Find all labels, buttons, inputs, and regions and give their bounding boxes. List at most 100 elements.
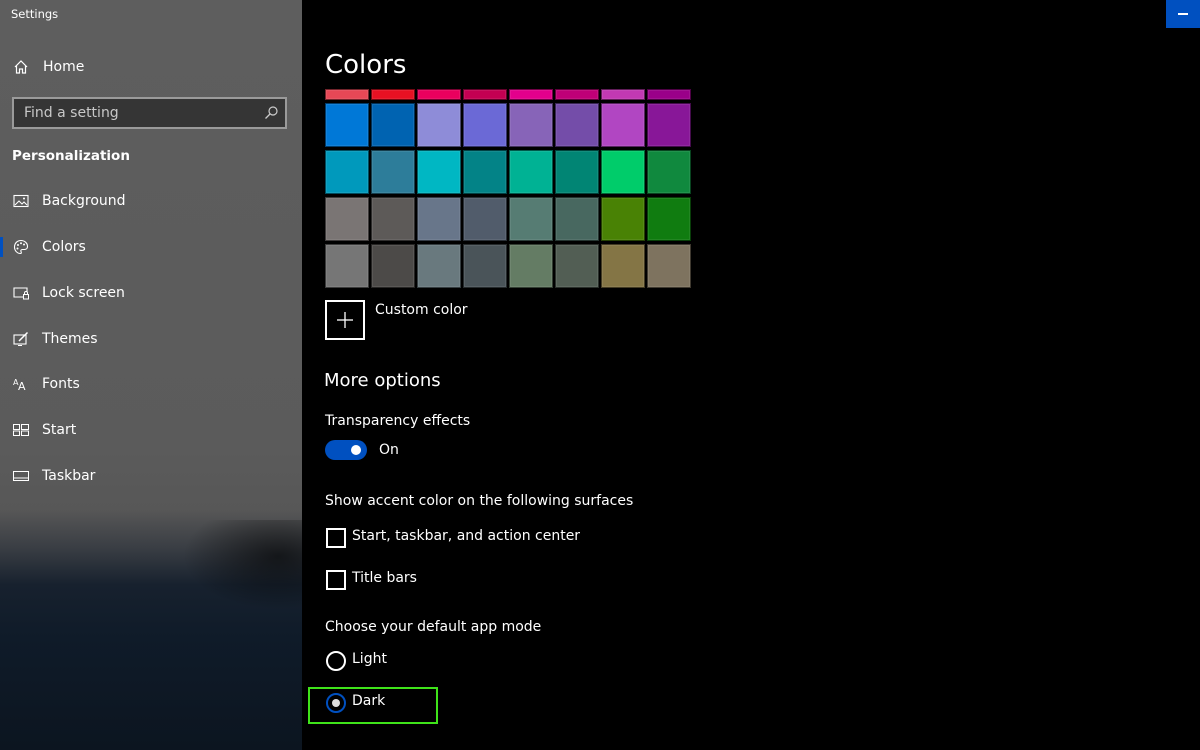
palette-icon [12,238,30,256]
swatch-row [325,89,691,100]
color-swatch[interactable] [463,150,507,194]
swatch-row [325,197,691,241]
color-swatch[interactable] [463,197,507,241]
start-icon [12,421,30,439]
accent-color-grid [325,89,691,291]
sidebar-item-lock-screen[interactable]: Lock screen [0,273,302,313]
sidebar: Settings Home Personalization Background… [0,0,302,750]
section-title: Personalization [12,148,130,164]
sidebar-item-label: Taskbar [42,468,96,484]
color-swatch[interactable] [371,89,415,100]
transparency-label: Transparency effects [325,413,471,429]
transparency-toggle[interactable] [325,440,367,460]
color-swatch[interactable] [371,244,415,288]
accent-surfaces-label: Show accent color on the following surfa… [325,493,634,509]
color-swatch[interactable] [325,103,369,147]
color-swatch[interactable] [463,244,507,288]
color-swatch[interactable] [647,89,691,100]
plus-icon [325,300,365,340]
radio-dot [332,699,340,707]
color-swatch[interactable] [647,150,691,194]
color-swatch[interactable] [555,150,599,194]
color-swatch[interactable] [371,197,415,241]
window-title: Settings [11,7,59,21]
color-swatch[interactable] [555,197,599,241]
color-swatch[interactable] [371,150,415,194]
swatch-row [325,244,691,288]
sidebar-item-label: Lock screen [42,285,125,301]
color-swatch[interactable] [601,103,645,147]
search-box[interactable] [12,97,287,129]
sidebar-item-label: Background [42,193,126,209]
radio-light-label[interactable]: Light [352,651,387,667]
color-swatch[interactable] [417,244,461,288]
color-swatch[interactable] [647,103,691,147]
toggle-knob [351,445,361,455]
color-swatch[interactable] [601,197,645,241]
sidebar-item-taskbar[interactable]: Taskbar [0,456,302,496]
sidebar-item-start[interactable]: Start [0,410,302,450]
page-title: Colors [325,50,407,80]
color-swatch[interactable] [601,150,645,194]
color-swatch[interactable] [509,244,553,288]
sidebar-item-label: Themes [42,331,98,347]
sidebar-item-background[interactable]: Background [0,181,302,221]
color-swatch[interactable] [601,244,645,288]
sidebar-item-home[interactable]: Home [0,47,302,87]
minimize-icon [1178,13,1188,15]
svg-text:A: A [18,380,26,391]
sidebar-item-colors[interactable]: Colors [0,227,302,267]
home-icon [12,58,30,76]
color-swatch[interactable] [325,89,369,100]
sidebar-item-themes[interactable]: Themes [0,319,302,359]
fonts-icon: AA [12,375,30,393]
color-swatch[interactable] [463,103,507,147]
checkbox-start-taskbar-label[interactable]: Start, taskbar, and action center [352,528,580,544]
color-swatch[interactable] [325,150,369,194]
search-input[interactable] [14,99,264,127]
color-swatch[interactable] [325,244,369,288]
sidebar-item-label: Fonts [42,376,80,392]
custom-color-label: Custom color [375,302,468,318]
sidebar-item-label: Start [42,422,77,438]
color-swatch[interactable] [647,244,691,288]
color-swatch[interactable] [555,244,599,288]
color-swatch[interactable] [509,89,553,100]
image-icon [12,192,30,210]
color-swatch[interactable] [555,89,599,100]
sidebar-item-fonts[interactable]: AA Fonts [0,364,302,404]
color-swatch[interactable] [463,89,507,100]
color-swatch[interactable] [647,197,691,241]
color-swatch[interactable] [417,89,461,100]
color-swatch[interactable] [601,89,645,100]
minimize-button[interactable] [1166,0,1200,28]
color-swatch[interactable] [417,103,461,147]
color-swatch[interactable] [509,103,553,147]
radio-light[interactable] [326,651,346,671]
color-swatch[interactable] [509,150,553,194]
radio-dark-label[interactable]: Dark [352,693,385,709]
color-swatch[interactable] [417,150,461,194]
app-mode-label: Choose your default app mode [325,619,542,635]
more-options-heading: More options [324,370,441,391]
color-swatch[interactable] [371,103,415,147]
color-swatch[interactable] [555,103,599,147]
taskbar-icon [12,467,30,485]
swatch-row [325,150,691,194]
checkbox-start-taskbar[interactable] [326,528,346,548]
sidebar-item-label: Home [43,59,85,75]
search-icon[interactable] [263,105,279,121]
lock-screen-icon [12,284,30,302]
color-swatch[interactable] [325,197,369,241]
custom-color-button[interactable]: Custom color [325,300,468,340]
checkbox-title-bars-label[interactable]: Title bars [352,570,417,586]
radio-dark[interactable] [326,693,346,713]
transparency-state: On [379,442,399,458]
color-swatch[interactable] [509,197,553,241]
color-swatch[interactable] [417,197,461,241]
sidebar-item-label: Colors [42,239,86,255]
main-content: Colors Custom color More options Transpa… [302,0,1200,750]
themes-icon [12,330,30,348]
swatch-row [325,103,691,147]
checkbox-title-bars[interactable] [326,570,346,590]
